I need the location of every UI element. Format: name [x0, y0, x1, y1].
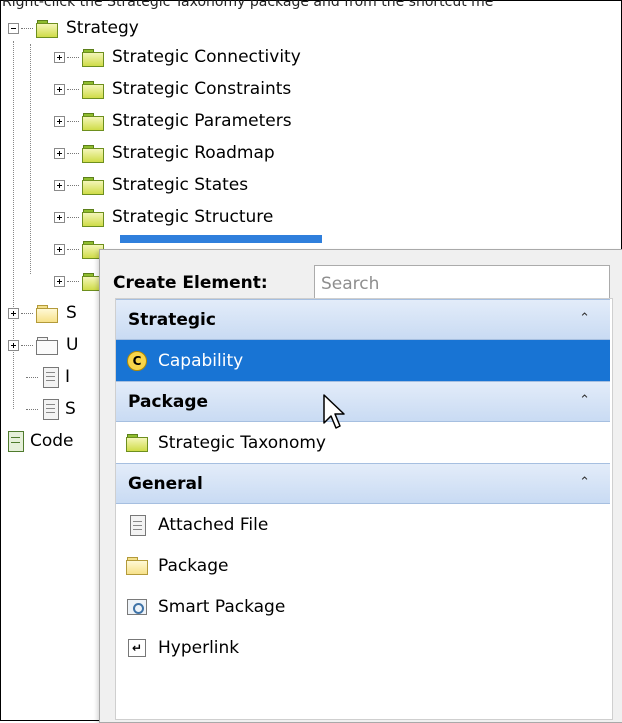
- collapse-icon[interactable]: [8, 22, 19, 34]
- collapse-chevron-icon[interactable]: ⌃: [579, 475, 590, 490]
- tree-item-label: Strategic Roadmap: [112, 143, 275, 163]
- package-icon: [126, 434, 148, 452]
- group-header-package[interactable]: Package ⌃: [116, 381, 610, 422]
- expand-icon[interactable]: [54, 115, 65, 127]
- create-element-popup: Create Element: Strategic ⌃ C Capability…: [99, 249, 622, 723]
- tree-item-strategic-constraints[interactable]: Strategic Constraints: [54, 74, 291, 104]
- code-engineering-icon: [6, 431, 24, 452]
- tree-item-label: U: [66, 335, 79, 355]
- group-header-strategic[interactable]: Strategic ⌃: [116, 299, 610, 340]
- tree-item-label: S: [66, 303, 77, 323]
- document-icon: [41, 367, 59, 388]
- search-input[interactable]: [314, 265, 610, 302]
- document-icon: [41, 399, 59, 420]
- group-title: Strategic: [128, 310, 216, 330]
- expand-icon[interactable]: [54, 51, 65, 63]
- list-item-label: Smart Package: [158, 596, 286, 617]
- group-title: General: [128, 474, 203, 494]
- mouse-pointer-icon: [323, 394, 345, 429]
- tree-item-strategy[interactable]: Strategy: [8, 13, 139, 43]
- list-item-label: Capability: [158, 350, 244, 371]
- tree-item-label: Strategic Structure: [112, 207, 274, 227]
- attached-file-icon: [128, 514, 146, 536]
- smart-package-icon: [127, 598, 147, 615]
- tree-item-label: Strategic Parameters: [112, 111, 292, 131]
- tree-item-strategic-parameters[interactable]: Strategic Parameters: [54, 106, 292, 136]
- list-item-attached-file[interactable]: Attached File: [116, 504, 610, 545]
- package-icon: [82, 48, 104, 67]
- list-item-smart-package[interactable]: Smart Package: [116, 586, 610, 627]
- hyperlink-icon: ↵: [128, 638, 146, 657]
- element-list: Strategic ⌃ C Capability Package ⌃ Strat…: [115, 298, 613, 720]
- smart-package-icon: [36, 336, 58, 355]
- expand-icon[interactable]: [54, 147, 65, 159]
- package-icon: [82, 176, 104, 195]
- list-item-package[interactable]: Package: [116, 545, 610, 586]
- list-item-label: Strategic Taxonomy: [158, 432, 326, 453]
- tree-connector: [30, 44, 31, 274]
- tree-item-label: Code: [30, 431, 74, 451]
- caption-text: Right-click the Strategic Taxonomy packa…: [2, 0, 494, 10]
- list-item-hyperlink[interactable]: ↵ Hyperlink: [116, 627, 610, 668]
- tree-item-label: I: [65, 367, 71, 387]
- expand-icon[interactable]: [54, 243, 65, 255]
- tree-item-s-package[interactable]: S: [8, 298, 77, 328]
- group-title: Package: [128, 392, 209, 412]
- list-item-label: Attached File: [158, 514, 269, 535]
- expand-icon[interactable]: [8, 307, 19, 319]
- expand-icon[interactable]: [54, 211, 65, 223]
- tree-item-i-file[interactable]: I: [26, 362, 70, 392]
- tree-item-strategic-structure[interactable]: Strategic Structure: [54, 202, 273, 232]
- list-item-label: Package: [158, 555, 229, 576]
- collapse-chevron-icon[interactable]: ⌃: [579, 393, 590, 408]
- group-header-general[interactable]: General ⌃: [116, 463, 610, 504]
- expand-icon[interactable]: [54, 83, 65, 95]
- list-item-capability[interactable]: C Capability: [116, 340, 610, 381]
- tree-item-code[interactable]: Code: [6, 426, 74, 456]
- tree-item-label: Strategic Connectivity: [112, 47, 301, 67]
- tree-item-label: Strategic Constraints: [112, 79, 292, 99]
- tree-item-s-file[interactable]: S: [26, 394, 76, 424]
- list-item-strategic-taxonomy[interactable]: Strategic Taxonomy: [116, 422, 610, 463]
- package-icon: [126, 557, 148, 575]
- list-item-label: Hyperlink: [158, 637, 240, 658]
- package-icon: [82, 80, 104, 99]
- tree-selection-highlight: [120, 235, 322, 243]
- tree-item-label: Strategy: [66, 18, 139, 38]
- collapse-chevron-icon[interactable]: ⌃: [579, 311, 590, 326]
- package-icon: [36, 19, 58, 38]
- tree-item-label: Strategic States: [112, 175, 249, 195]
- expand-icon[interactable]: [54, 179, 65, 191]
- package-icon: [36, 304, 58, 323]
- create-element-label: Create Element:: [113, 273, 268, 293]
- tree-item-label: S: [65, 399, 76, 419]
- tree-item-u-smart-package[interactable]: U: [8, 330, 78, 360]
- tree-item-strategic-roadmap[interactable]: Strategic Roadmap: [54, 138, 275, 168]
- expand-icon[interactable]: [54, 275, 65, 287]
- package-icon: [82, 112, 104, 131]
- capability-icon: C: [127, 350, 147, 371]
- expand-icon[interactable]: [8, 339, 19, 351]
- tree-item-strategic-states[interactable]: Strategic States: [54, 170, 248, 200]
- tree-item-strategic-connectivity[interactable]: Strategic Connectivity: [54, 42, 301, 72]
- package-icon: [82, 144, 104, 163]
- package-icon: [82, 208, 104, 227]
